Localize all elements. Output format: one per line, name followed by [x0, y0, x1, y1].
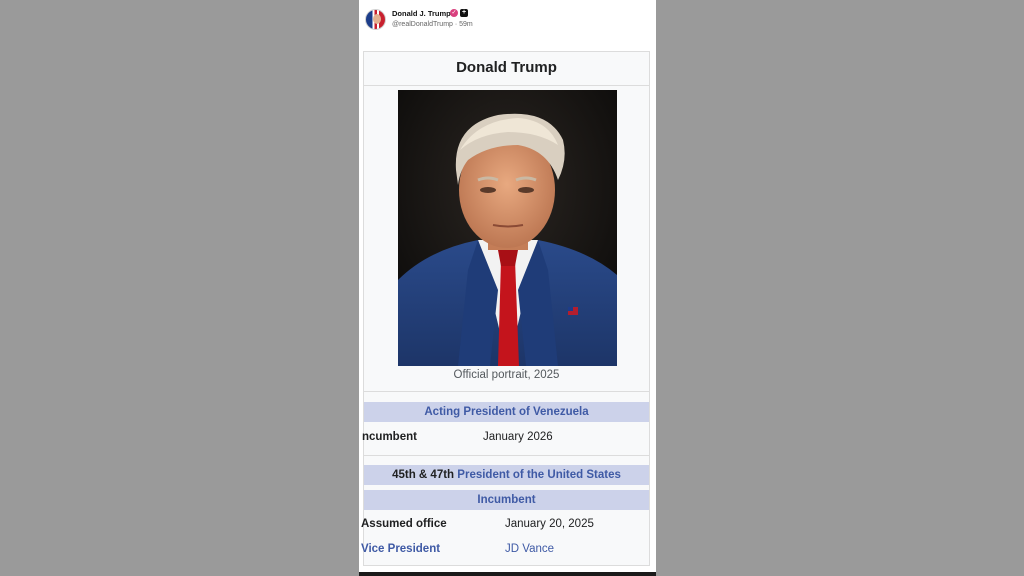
- bottom-bar: [359, 572, 656, 576]
- verified-badge-icon: ✓: [450, 9, 458, 17]
- follow-plus-icon[interactable]: +: [460, 9, 468, 17]
- incumbent-value: January 2026: [483, 431, 553, 443]
- section-header-incumbent[interactable]: Incumbent: [364, 490, 649, 510]
- divider: [364, 391, 649, 392]
- portrait-image: [398, 90, 617, 366]
- infobox-title: Donald Trump: [456, 59, 557, 76]
- ordinal-label: 45th & 47th: [392, 469, 455, 481]
- vice-president-value[interactable]: JD Vance: [505, 543, 554, 555]
- assumed-office-value: January 20, 2025: [505, 518, 594, 530]
- avatar[interactable]: [365, 9, 386, 30]
- image-caption: Official portrait, 2025: [453, 369, 560, 381]
- incumbent-label: ncumbent: [362, 431, 417, 443]
- president-us-link[interactable]: President of the United States: [457, 469, 621, 481]
- divider: [364, 85, 649, 86]
- social-post: Donald J. Trump ✓ + @realDonaldTrump · 5…: [359, 0, 656, 576]
- wikipedia-infobox: Donald Trump Official portrait, 2025 Act…: [361, 51, 650, 566]
- divider: [364, 455, 649, 456]
- vice-president-label[interactable]: Vice President: [361, 543, 440, 555]
- section-header-venezuela[interactable]: Acting President of Venezuela: [364, 402, 649, 422]
- section-header-us-president: 45th & 47th President of the United Stat…: [364, 465, 649, 485]
- author-name[interactable]: Donald J. Trump: [392, 9, 451, 18]
- assumed-office-label: Assumed office: [361, 518, 447, 530]
- post-header: Donald J. Trump ✓ + @realDonaldTrump · 5…: [359, 0, 656, 40]
- author-handle-timestamp: @realDonaldTrump · 59m: [392, 21, 473, 28]
